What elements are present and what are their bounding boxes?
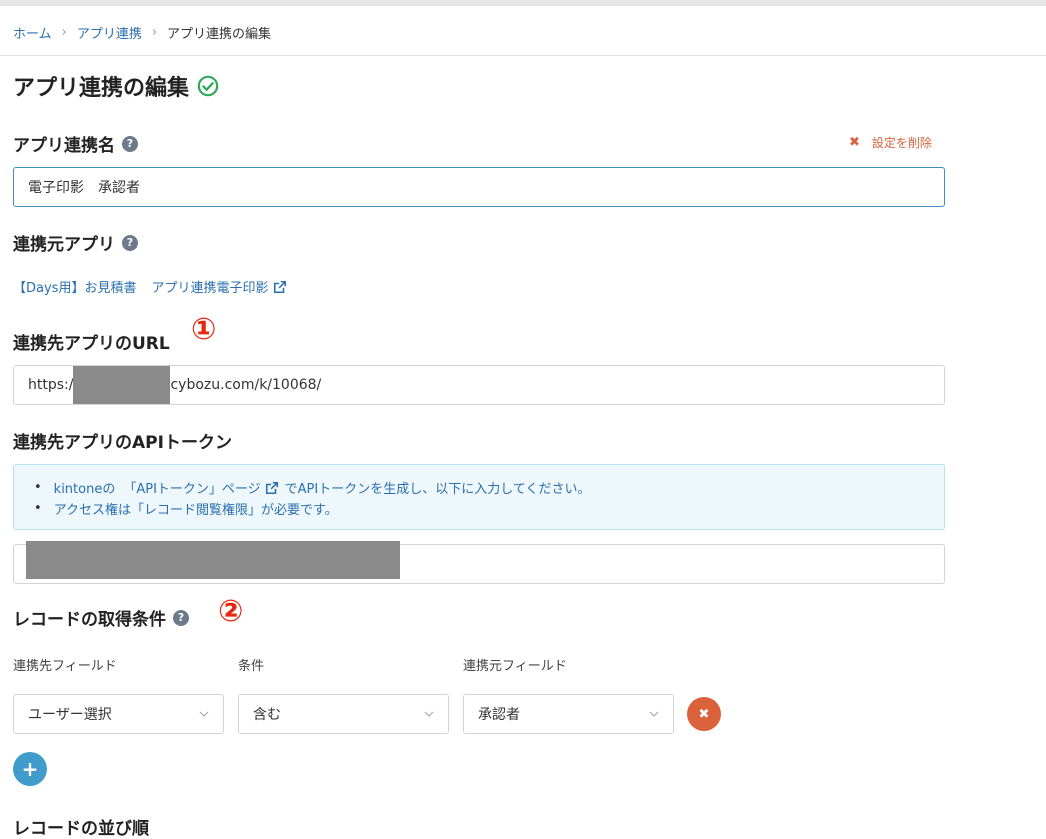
page-title: アプリ連携の編集 (13, 70, 219, 102)
source-app-label: 連携元アプリ (13, 235, 115, 255)
page-title-text: アプリ連携の編集 (13, 76, 190, 101)
close-icon: ✖ (849, 135, 860, 150)
breadcrumb-app-link[interactable]: アプリ連携 (77, 23, 142, 42)
conditions-heading: レコードの取得条件 ? (13, 605, 189, 630)
link-name-heading: アプリ連携名 ? (13, 131, 138, 156)
link-name-label: アプリ連携名 (13, 136, 115, 156)
chevron-down-icon (199, 711, 209, 717)
close-icon: ✖ (698, 706, 710, 722)
condition-select[interactable]: 含む (238, 694, 449, 734)
target-field-select[interactable]: ユーザー選択 (13, 694, 224, 734)
source-app-links: 【Days用】お見積書 アプリ連携電子印影 (13, 277, 287, 296)
help-icon[interactable]: ? (122, 234, 138, 251)
sort-heading: レコードの並び順 (13, 814, 149, 839)
api-token-input[interactable] (13, 541, 945, 584)
breadcrumb-home[interactable]: ホーム (13, 23, 52, 42)
breadcrumb-current: アプリ連携の編集 (167, 26, 272, 42)
info-line-2: • アクセス権は「レコード閲覧権限」が必要です。 (34, 499, 338, 518)
delete-setting-button[interactable]: ✖ 設定を削除 (849, 134, 932, 151)
source-app-link[interactable]: 【Days用】お見積書 (13, 277, 136, 296)
target-url-prefix: https:/ (28, 377, 74, 393)
api-token-info-box: • kintoneの 「APIトークン」ページ でAPIトークンを生成し、以下に… (13, 464, 945, 530)
add-condition-button[interactable]: + (13, 752, 47, 786)
annotation-1: ① (191, 312, 217, 347)
breadcrumb: ホーム › アプリ連携 › アプリ連携の編集 (13, 22, 271, 42)
column-source-field: 連携元フィールド (463, 659, 567, 674)
chevron-down-icon (649, 711, 659, 717)
info-text: kintoneの (53, 482, 116, 497)
link-name-value: 電子印影 承認者 (28, 180, 140, 196)
help-icon[interactable]: ? (122, 135, 138, 152)
check-circle-icon (197, 75, 219, 97)
api-token-heading: 連携先アプリのAPIトークン (13, 428, 232, 453)
column-condition: 条件 (238, 659, 265, 674)
target-url-label: 連携先アプリのURL (13, 334, 170, 354)
target-url-input[interactable]: https:/ cybozu.com/k/10068/ (13, 365, 945, 405)
target-field-value: ユーザー選択 (28, 707, 112, 723)
target-url-suffix: cybozu.com/k/10068/ (170, 377, 322, 393)
external-link-icon[interactable] (265, 481, 279, 495)
help-icon[interactable]: ? (173, 609, 189, 626)
info-line-1: • kintoneの 「APIトークン」ページ でAPIトークンを生成し、以下に… (34, 478, 590, 497)
annotation-2: ② (218, 594, 244, 629)
column-target-field: 連携先フィールド (13, 659, 117, 674)
chevron-down-icon (424, 711, 434, 717)
redacted-block (26, 541, 400, 579)
info-text: アクセス権は「レコード閲覧権限」が必要です。 (53, 503, 338, 518)
source-field-select[interactable]: 承認者 (463, 694, 674, 734)
plus-icon: + (21, 757, 39, 781)
remove-condition-button[interactable]: ✖ (687, 697, 721, 731)
target-url-heading: 連携先アプリのURL (13, 329, 170, 354)
top-bar (0, 0, 1046, 6)
conditions-label: レコードの取得条件 (13, 610, 166, 630)
link-name-input[interactable]: 電子印影 承認者 (13, 167, 945, 207)
delete-setting-label: 設定を削除 (871, 136, 932, 150)
redacted-block (73, 366, 171, 404)
api-token-page-link[interactable]: 「APIトークン」ページ (123, 478, 260, 497)
info-text: でAPIトークンを生成し、以下に入力してください。 (284, 482, 591, 497)
breadcrumb-separator: › (151, 24, 158, 40)
condition-value: 含む (253, 707, 281, 723)
external-link-icon[interactable] (273, 280, 287, 294)
api-token-label: 連携先アプリのAPIトークン (13, 433, 232, 453)
divider (0, 55, 1046, 56)
breadcrumb-separator: › (61, 24, 67, 40)
bullet: • (34, 480, 42, 495)
source-field-value: 承認者 (478, 707, 520, 723)
source-app-name-link[interactable]: アプリ連携電子印影 (151, 277, 268, 296)
source-app-heading: 連携元アプリ ? (13, 230, 138, 255)
sort-label: レコードの並び順 (13, 819, 149, 839)
bullet: • (34, 501, 42, 516)
